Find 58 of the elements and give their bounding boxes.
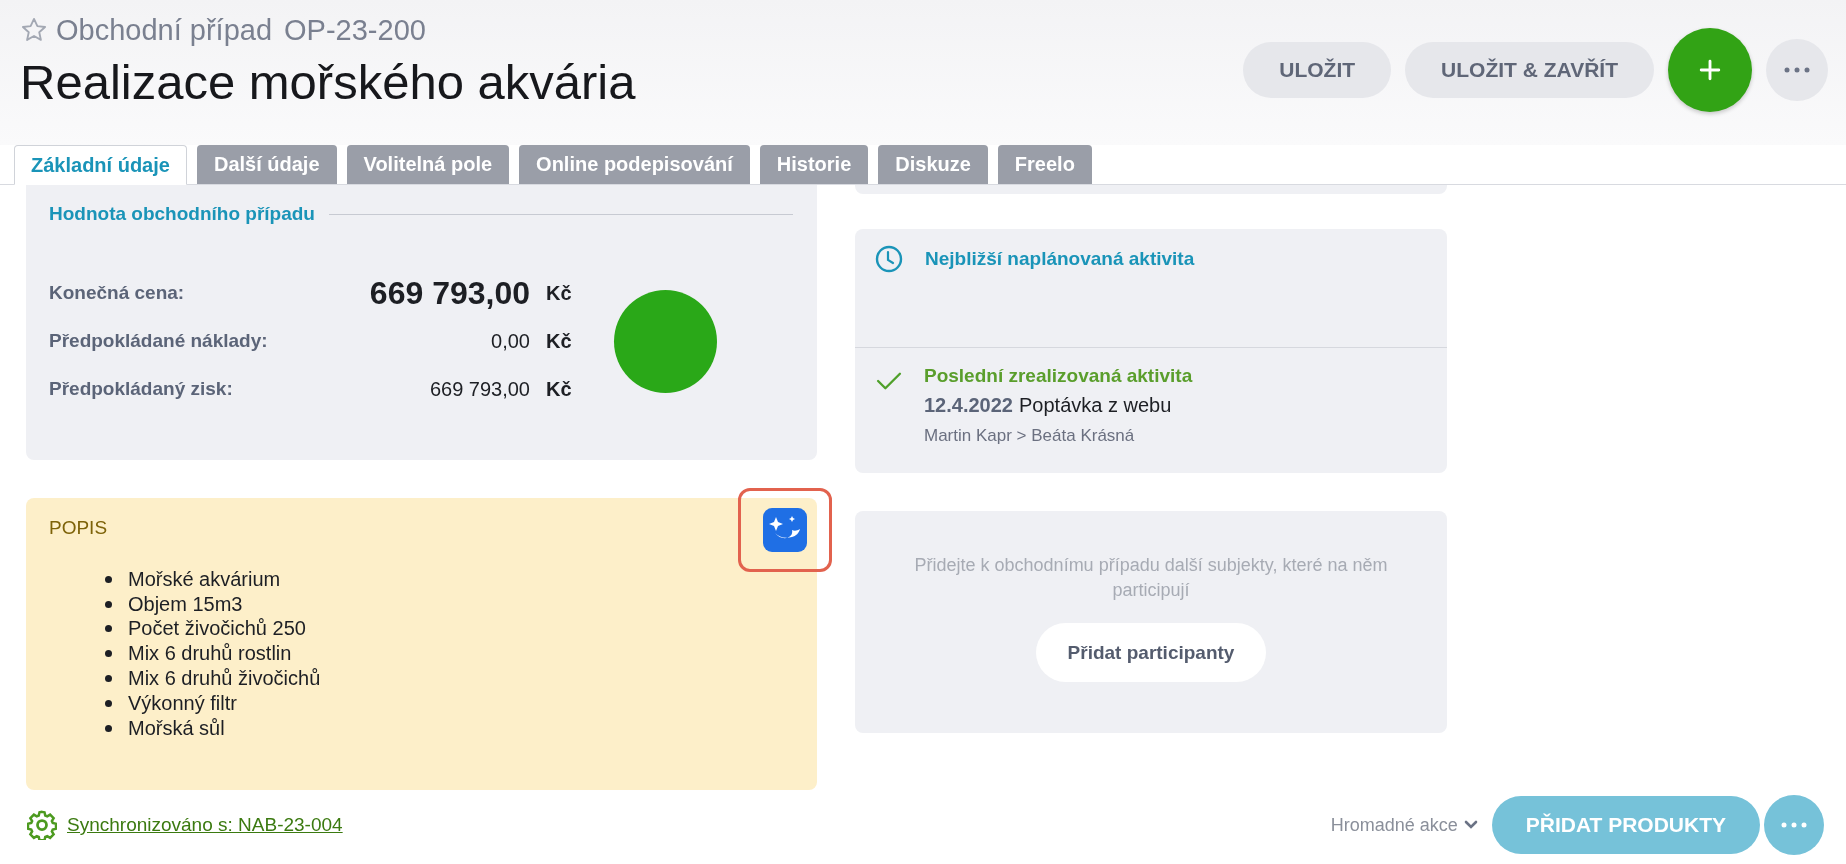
list-item: Mořské akvárium — [128, 567, 281, 591]
add-participants-button[interactable]: Přidat participanty — [1035, 623, 1267, 682]
tab[interactable]: Freelo — [997, 145, 1092, 184]
amount-value: 0,00 — [490, 329, 530, 354]
amount-value: 669 793,00 — [368, 274, 530, 313]
add-products-button[interactable]: PŘIDAT PRODUKTY — [1491, 796, 1760, 854]
tab[interactable]: Online podepisování — [519, 145, 750, 184]
bullet-icon — [105, 625, 112, 633]
record-title: Realizace mořského akvária — [20, 54, 636, 111]
bullet-icon — [105, 600, 112, 608]
activity-date: 12.4.2022 — [924, 393, 1013, 418]
currency-label: Kč — [546, 329, 573, 354]
list-item: Mix 6 druhů rostlin — [128, 642, 292, 666]
clock-icon — [875, 245, 903, 273]
record-type: Obchodní případ — [56, 13, 273, 47]
sparkle-icon[interactable] — [763, 508, 807, 552]
add-button[interactable] — [1668, 28, 1752, 112]
list-item: Objem 15m3 — [128, 592, 243, 616]
bullet-icon — [105, 575, 112, 583]
field-label: Předpokládaný zisk: — [49, 377, 234, 401]
field-label: Předpokládané náklady: — [49, 329, 269, 353]
list-item: Mořská sůl — [128, 716, 225, 740]
section-title: POPIS — [49, 517, 109, 539]
amount-value: 669 793,00 — [428, 377, 530, 402]
gear-icon — [27, 810, 57, 840]
chevron-down-icon — [1463, 820, 1478, 830]
star-icon[interactable] — [20, 16, 48, 44]
bullet-icon — [105, 699, 112, 707]
bullet-icon — [105, 724, 112, 732]
check-icon — [876, 371, 902, 391]
activity-title: Nejbližší naplánovaná aktivita — [925, 247, 1195, 271]
section-title: Hodnota obchodního případu — [49, 203, 315, 225]
plus-icon — [1699, 59, 1721, 81]
activity-name: Poptávka z webu — [1019, 393, 1172, 418]
save-button[interactable]: ULOŽIT — [1243, 42, 1392, 98]
tab[interactable]: Diskuze — [878, 145, 988, 184]
bullet-icon — [105, 650, 112, 658]
tab[interactable]: Historie — [759, 145, 869, 184]
more-button[interactable] — [1764, 795, 1824, 855]
currency-label: Kč — [546, 281, 573, 306]
tab[interactable]: Volitelná pole — [346, 145, 510, 184]
activity-title: Poslední zrealizovaná aktivita — [924, 364, 1193, 388]
activity-people: Martin Kapr > Beáta Krásná — [924, 425, 1136, 447]
more-icon — [1784, 67, 1810, 73]
currency-label: Kč — [546, 377, 573, 402]
bullet-icon — [105, 675, 112, 683]
bulk-actions-dropdown[interactable]: Hromadné akce — [1330, 814, 1478, 836]
save-button[interactable]: ULOŽIT & ZAVŘÍT — [1405, 42, 1654, 98]
record-id: OP-23-200 — [284, 13, 426, 47]
tab[interactable]: Základní údaje — [14, 145, 187, 185]
list-item: Výkonný filtr — [128, 691, 237, 715]
list-item: Mix 6 druhů živočichů — [128, 667, 321, 691]
field-label: Konečná cena: — [49, 281, 186, 305]
tab[interactable]: Další údaje — [196, 145, 337, 184]
list-item: Počet živočichů 250 — [128, 617, 306, 641]
empty-message: Přidejte k obchodnímu případu další subjekty, které na něm participují — [913, 554, 1389, 602]
more-icon — [1781, 822, 1807, 828]
sync-link[interactable]: Synchronizováno s: NAB-23-004 — [67, 814, 343, 836]
